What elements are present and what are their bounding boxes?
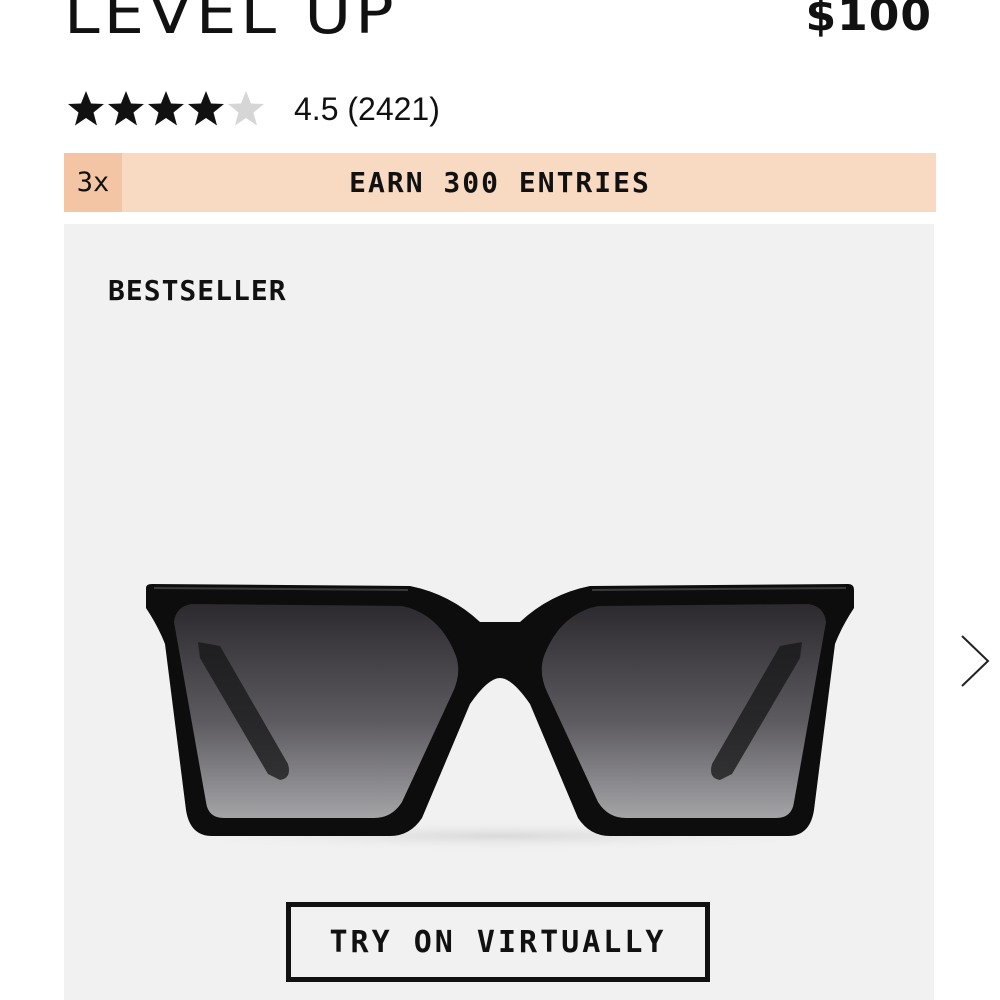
rating-stars bbox=[66, 88, 266, 130]
half-star-icon bbox=[228, 91, 264, 126]
star-icon bbox=[148, 91, 184, 126]
try-on-virtually-button[interactable]: TRY ON VIRTUALLY bbox=[286, 902, 710, 982]
bestseller-badge: BESTSELLER bbox=[108, 274, 287, 307]
promo-text: EARN 300 ENTRIES bbox=[349, 166, 651, 199]
product-rating[interactable]: 4.5 (2421) bbox=[66, 88, 440, 130]
star-icon bbox=[188, 91, 224, 126]
product-image-gallery[interactable]: BESTSELLER TRY ON VIRTUALLY bbox=[64, 224, 934, 1000]
chevron-right-icon[interactable] bbox=[958, 634, 992, 688]
star-icon bbox=[68, 91, 104, 126]
sunglasses-image bbox=[146, 584, 854, 852]
rewards-promo-banner: 3x EARN 300 ENTRIES bbox=[64, 153, 936, 212]
product-title: LEVEL UP bbox=[64, 0, 398, 48]
star-icon bbox=[108, 91, 144, 126]
rating-summary: 4.5 (2421) bbox=[294, 90, 440, 127]
promo-multiplier: 3x bbox=[64, 153, 122, 212]
product-page: LEVEL UP $100 4.5 (2421) 3x EARN 300 ENT… bbox=[0, 0, 1000, 1000]
product-price: $100 bbox=[805, 0, 932, 41]
